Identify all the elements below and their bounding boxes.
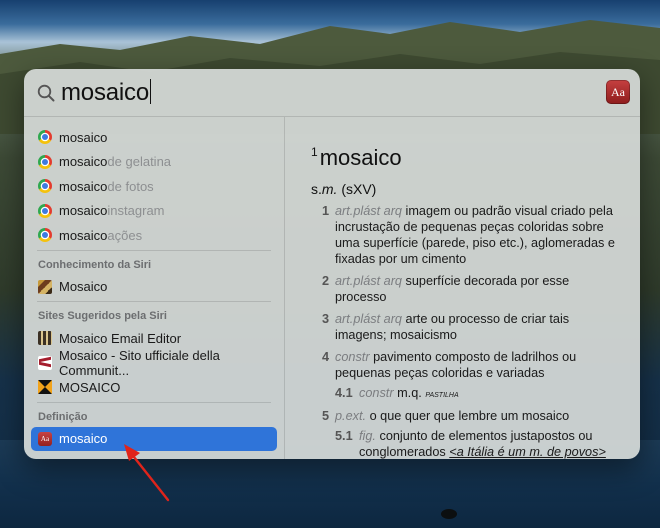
chrome-icon: [38, 203, 52, 218]
chrome-icon: [38, 130, 52, 145]
sense-number: 2: [322, 274, 330, 288]
cross-reference: pastilha: [425, 388, 459, 400]
suggestion-row[interactable]: mosaico de fotos: [33, 174, 275, 199]
sense-label: fig.: [359, 429, 376, 443]
sense-label: art.plást arq: [335, 204, 402, 218]
site-row[interactable]: MOSAICO: [33, 375, 275, 400]
sense-text: o que quer que lembre um mosaico: [369, 409, 570, 423]
suggestion-row[interactable]: mosaico ações: [33, 223, 275, 248]
headword-text: mosaico: [319, 145, 402, 170]
sense-label: constr: [359, 386, 394, 400]
sense-number: 4: [322, 350, 330, 364]
sense: 1 art.plást arq imagem ou padrão visual c…: [311, 203, 618, 267]
sense-label: art.plást arq: [335, 274, 402, 288]
suggestion-row[interactable]: mosaico instagram: [33, 199, 275, 224]
suggestion-row[interactable]: mosaico: [33, 125, 275, 150]
dictionary-icon: Aa: [38, 431, 52, 446]
section-heading-definition: Definição: [38, 410, 88, 423]
result-label: Mosaico - Sito ufficiale della Communit.…: [59, 347, 220, 378]
chrome-icon: [38, 228, 52, 243]
suggestion-prefix: mosaico: [59, 129, 108, 145]
suggestion-rest: de gelatina: [107, 154, 172, 170]
suggestion-prefix: mosaico: [59, 178, 108, 194]
sense-number: 1: [322, 204, 330, 218]
part-of-speech: s.m. (sXV): [311, 181, 618, 197]
mosaico-logo-icon: [38, 380, 52, 395]
magnifier-icon: [37, 84, 55, 102]
sense-text: m.q.: [397, 386, 422, 400]
usage-example: <a Itália é um m. de povos>: [449, 445, 606, 459]
site-row[interactable]: Mosaico - Sito ufficiale della Communit.…: [33, 347, 275, 378]
result-label: Mosaico Email Editor: [59, 330, 182, 346]
annotation-arrow-icon: [124, 444, 170, 502]
result-label: MOSAICO: [59, 379, 121, 395]
result-label: mosaico: [59, 431, 108, 447]
suggestion-rest: ações: [107, 227, 143, 243]
suggestion-row[interactable]: mosaico de gelatina: [33, 150, 275, 175]
sense-label: constr: [335, 350, 370, 364]
wallpaper-rock: [441, 509, 457, 519]
result-label: Mosaico: [59, 279, 108, 295]
headword-index: 1: [311, 145, 318, 159]
section-heading-siri-knowledge: Conhecimento da Siri: [38, 258, 152, 271]
divider: [37, 301, 271, 302]
dictionary-app-icon[interactable]: Aa: [606, 80, 630, 104]
headword: 1mosaico: [311, 145, 618, 171]
subsense: 4.1 constr m.q. pastilha: [311, 385, 618, 402]
mosaic-thumbnail-icon: [38, 279, 52, 294]
sense-number: 4.1: [335, 386, 353, 400]
definition-pane: 1mosaico s.m. (sXV) 1 art.plást arq image…: [286, 117, 640, 459]
search-bar[interactable]: mosaico Aa: [24, 69, 640, 117]
suggestion-prefix: mosaico: [59, 203, 108, 219]
chrome-icon: [38, 154, 52, 169]
results-list: mosaico mosaico de gelatina mosaico de f…: [24, 117, 285, 459]
sense-number: 5: [322, 409, 330, 423]
pos-abbrev: s.m.: [311, 181, 338, 197]
spotlight-window: mosaico Aa mosaico mosaico de gelatina m…: [24, 69, 640, 459]
suggestion-prefix: mosaico: [59, 227, 108, 243]
sense-number: 5.1: [335, 429, 353, 443]
section-heading-siri-sites: Sites Sugeridos pela Siri: [38, 310, 167, 322]
site-logo-icon: [38, 355, 52, 370]
sense: 3 art.plást arq arte ou processo de criar…: [311, 311, 618, 343]
sense-text: pavimento composto de ladrilhos ou peque…: [335, 350, 577, 380]
sense-number: 3: [322, 312, 330, 326]
sense-label: art.plást arq: [335, 312, 402, 326]
etymology: (sXV): [341, 181, 377, 197]
search-input[interactable]: mosaico: [61, 79, 152, 107]
siri-knowledge-row[interactable]: Mosaico: [33, 275, 275, 300]
suggestion-prefix: mosaico: [59, 154, 108, 170]
sense: 4 constr pavimento composto de ladrilhos …: [311, 349, 618, 381]
text-caret: [149, 79, 152, 104]
sense-label: p.ext.: [335, 409, 367, 423]
subsense: 5.1 fig. conjunto de elementos justaposto…: [311, 428, 618, 459]
divider: [37, 401, 271, 403]
search-query-text: mosaico: [61, 79, 149, 106]
chrome-icon: [38, 179, 52, 194]
sense: 5 p.ext. o que quer que lembre um mosaico: [311, 408, 618, 424]
suggestion-rest: de fotos: [107, 178, 154, 194]
sense: 2 art.plást arq superfície decorada por e…: [311, 273, 618, 305]
suggestion-rest: instagram: [107, 203, 165, 219]
divider: [37, 249, 271, 251]
mosaico-editor-icon: [38, 331, 52, 346]
